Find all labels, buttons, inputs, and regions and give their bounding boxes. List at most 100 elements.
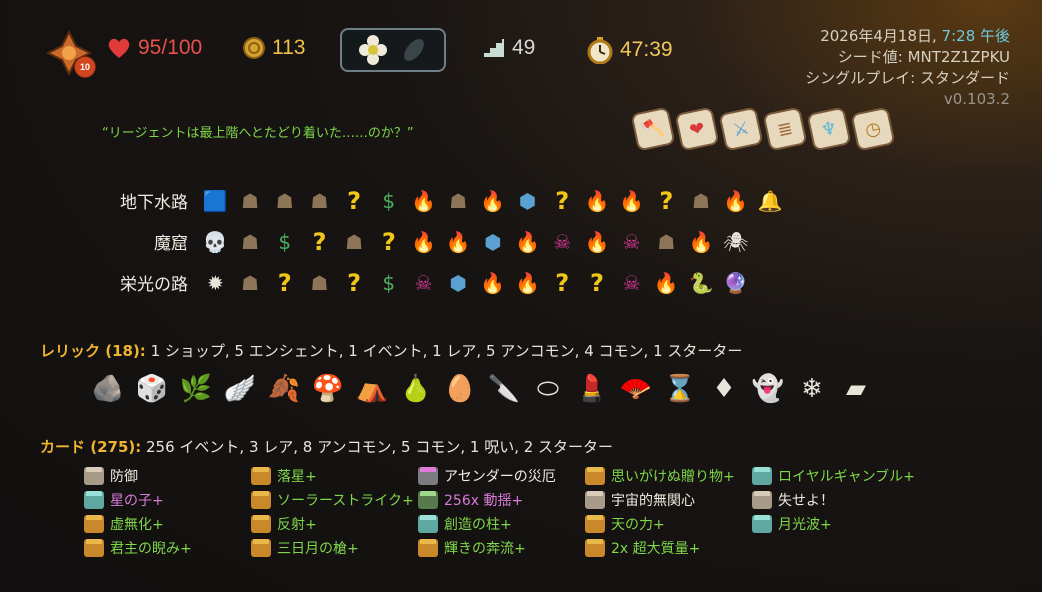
- rest-node-icon[interactable]: 🔥: [476, 266, 511, 300]
- rest-node-icon[interactable]: 🔥: [684, 225, 719, 259]
- rest-node-icon[interactable]: 🔥: [441, 225, 476, 259]
- unknown-node-icon[interactable]: ?: [580, 266, 615, 300]
- blade-icon[interactable]: ⚔: [718, 106, 764, 152]
- rest-node-icon[interactable]: 🔥: [614, 184, 649, 218]
- card-entry[interactable]: 落星+: [251, 464, 418, 488]
- card-entry[interactable]: 256x 動揺+: [418, 488, 585, 512]
- rest-node-icon[interactable]: 🔥: [649, 266, 684, 300]
- stone-icon[interactable]: ⬭: [528, 368, 568, 410]
- card-entry[interactable]: 宇宙的無関心: [585, 488, 752, 512]
- blue-ghost-icon[interactable]: 👻: [748, 368, 788, 410]
- card-entry[interactable]: 三日月の槍+: [251, 536, 418, 560]
- rest-node-icon[interactable]: 🔥: [406, 184, 441, 218]
- card-entry[interactable]: アセンダーの災厄: [418, 464, 585, 488]
- rest-node-icon[interactable]: 🔥: [510, 225, 545, 259]
- power-card-icon: [418, 515, 438, 533]
- monster-node-icon[interactable]: ☗: [233, 225, 268, 259]
- unknown-node-icon[interactable]: ?: [649, 184, 684, 218]
- unknown-elite-node-icon[interactable]: ?: [371, 225, 406, 259]
- anvil-icon[interactable]: ▰: [836, 368, 876, 410]
- shop-node-icon[interactable]: $: [371, 266, 406, 300]
- unknown-node-icon[interactable]: ?: [337, 184, 372, 218]
- mushroom-icon[interactable]: 🍄: [308, 368, 348, 410]
- rest-node-icon[interactable]: 🔥: [510, 266, 545, 300]
- winged-boot-icon[interactable]: 🪽: [220, 368, 260, 410]
- card-entry[interactable]: 虚無化+: [84, 512, 251, 536]
- fan-icon[interactable]: 🪭: [616, 368, 656, 410]
- flower-potion-icon[interactable]: [356, 33, 390, 67]
- figure-icon[interactable]: ♆: [806, 106, 852, 152]
- card-entry[interactable]: ロイヤルギャンブル+: [752, 464, 942, 488]
- pear-icon[interactable]: 🍐: [396, 368, 436, 410]
- unknown-node-icon[interactable]: ?: [267, 266, 302, 300]
- shop-node-icon[interactable]: $: [371, 184, 406, 218]
- monster-node-icon[interactable]: ☗: [267, 184, 302, 218]
- card-entry[interactable]: 2x 超大質量+: [585, 536, 752, 560]
- monster-node-icon[interactable]: ☗: [233, 266, 268, 300]
- tent-icon[interactable]: ⛺: [352, 368, 392, 410]
- gold-display: 113: [242, 36, 305, 60]
- boss-slime-node-icon[interactable]: 🟦: [198, 184, 233, 218]
- card-entry[interactable]: 思いがけぬ贈り物+: [585, 464, 752, 488]
- monster-node-icon[interactable]: ☗: [684, 184, 719, 218]
- card-name: 256x 動揺+: [444, 493, 524, 509]
- boss-bell-node-icon[interactable]: 🔔: [753, 184, 788, 218]
- clock-icon[interactable]: ◷: [850, 106, 896, 152]
- dice-icon[interactable]: 🎲: [132, 368, 172, 410]
- scroll-stack-icon[interactable]: ≣: [762, 106, 808, 152]
- card-entry[interactable]: 失せよ！: [752, 488, 942, 512]
- monster-node-icon[interactable]: ☗: [337, 225, 372, 259]
- dark-egg-icon[interactable]: 🥚: [440, 368, 480, 410]
- boss-spider-node-icon[interactable]: 🕷: [718, 225, 753, 259]
- green-bush-icon[interactable]: 🌿: [176, 368, 216, 410]
- rest-node-icon[interactable]: 🔥: [476, 184, 511, 218]
- seed-text[interactable]: シード値: MNT2Z1ZPKU: [805, 47, 1010, 68]
- elite-node-icon[interactable]: ☠: [545, 225, 580, 259]
- cleaver-icon[interactable]: 🔪: [484, 368, 524, 410]
- rest-node-icon[interactable]: 🔥: [406, 225, 441, 259]
- card-entry[interactable]: 君主の睨み+: [84, 536, 251, 560]
- monster-node-icon[interactable]: ☗: [233, 184, 268, 218]
- card-entry[interactable]: 天の力+: [585, 512, 752, 536]
- monster-node-icon[interactable]: ☗: [441, 184, 476, 218]
- unknown-node-icon[interactable]: ?: [337, 266, 372, 300]
- unknown-node-icon[interactable]: ?: [302, 225, 337, 259]
- shop-node-icon[interactable]: $: [267, 225, 302, 259]
- empty-potion-slot-icon[interactable]: [397, 33, 431, 67]
- card-name: 創造の柱+: [444, 517, 512, 533]
- card-entry[interactable]: 星の子+: [84, 488, 251, 512]
- card-entry[interactable]: 月光波+: [752, 512, 942, 536]
- card-entry[interactable]: 反射+: [251, 512, 418, 536]
- chest-node-icon[interactable]: ⬢: [510, 184, 545, 218]
- unknown-node-icon[interactable]: ?: [545, 184, 580, 218]
- card-entry[interactable]: 輝きの奔流+: [418, 536, 585, 560]
- boss-spiky-node-icon[interactable]: ✹: [198, 266, 233, 300]
- elite-node-icon[interactable]: ☠: [614, 225, 649, 259]
- card-entry[interactable]: 創造の柱+: [418, 512, 585, 536]
- boss-eel-node-icon[interactable]: 🐍: [684, 266, 719, 300]
- heart-icon[interactable]: ❤: [674, 106, 720, 152]
- red-pillow-icon[interactable]: ♦: [704, 368, 744, 410]
- monster-node-icon[interactable]: ☗: [302, 184, 337, 218]
- boss-skull-node-icon[interactable]: 💀: [198, 225, 233, 259]
- chest-node-icon[interactable]: ⬢: [441, 266, 476, 300]
- elite-node-icon[interactable]: ☠: [406, 266, 441, 300]
- card-count-label: カード (275):: [40, 438, 142, 456]
- rest-node-icon[interactable]: 🔥: [718, 184, 753, 218]
- unknown-node-icon[interactable]: ?: [545, 266, 580, 300]
- hourglass-icon[interactable]: ⌛: [660, 368, 700, 410]
- monster-node-icon[interactable]: ☗: [302, 266, 337, 300]
- rest-node-icon[interactable]: 🔥: [580, 225, 615, 259]
- crystal-rock-icon[interactable]: 🪨: [88, 368, 128, 410]
- axe-icon[interactable]: 🪓: [630, 106, 676, 152]
- blue-crystal-icon[interactable]: ❄: [792, 368, 832, 410]
- card-entry[interactable]: ソーラーストライク+: [251, 488, 418, 512]
- boss-orb-node-icon[interactable]: 🔮: [718, 266, 753, 300]
- golden-leaves-icon[interactable]: 🍂: [264, 368, 304, 410]
- elite-node-icon[interactable]: ☠: [614, 266, 649, 300]
- lipstick-icon[interactable]: 💄: [572, 368, 612, 410]
- monster-node-icon[interactable]: ☗: [649, 225, 684, 259]
- chest-node-icon[interactable]: ⬢: [476, 225, 511, 259]
- card-entry[interactable]: 防御: [84, 464, 251, 488]
- rest-node-icon[interactable]: 🔥: [580, 184, 615, 218]
